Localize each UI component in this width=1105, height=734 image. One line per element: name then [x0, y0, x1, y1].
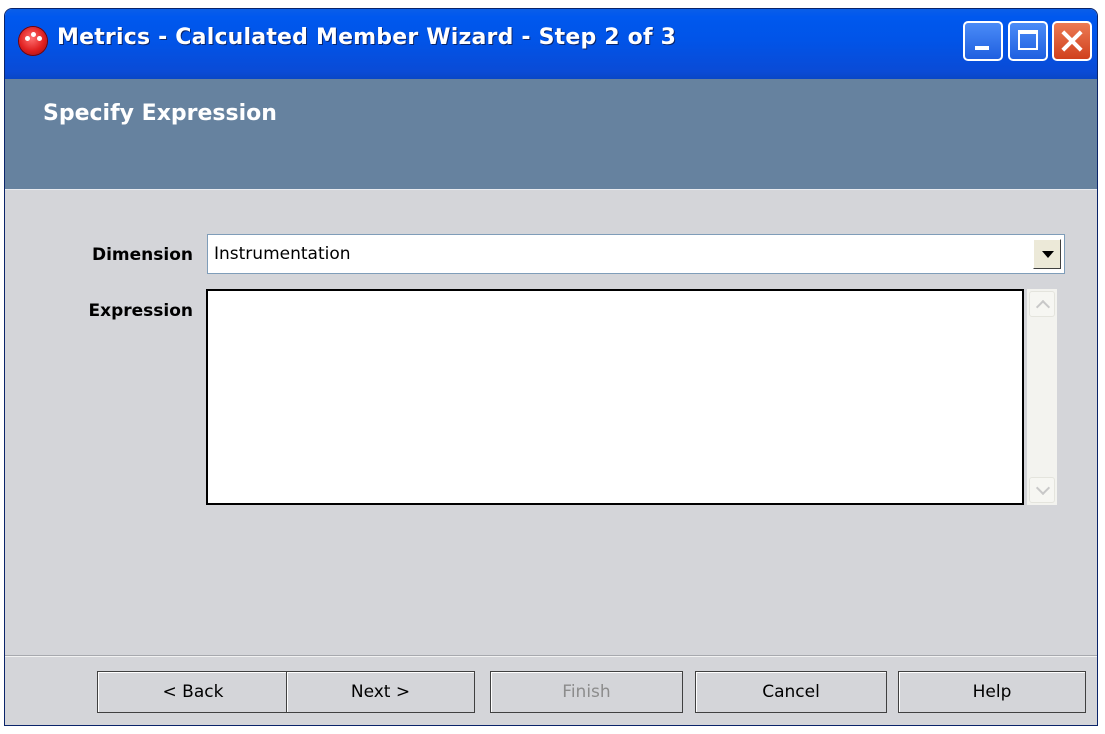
wizard-header: Specify Expression	[5, 79, 1097, 190]
help-button[interactable]: Help	[898, 671, 1086, 713]
back-button[interactable]: < Back	[97, 671, 289, 713]
maximize-button[interactable]	[1008, 21, 1048, 61]
metrics-app-icon	[19, 27, 47, 55]
finish-button[interactable]: Finish	[490, 671, 683, 713]
window-title: Metrics - Calculated Member Wizard - Ste…	[57, 25, 677, 50]
close-icon	[1054, 23, 1090, 59]
page-title: Specify Expression	[43, 101, 277, 126]
dimension-label: Dimension	[91, 245, 193, 265]
scroll-down-button[interactable]	[1029, 477, 1055, 503]
dimension-dropdown[interactable]: Instrumentation	[207, 234, 1065, 274]
maximize-icon	[1018, 30, 1038, 50]
dropdown-button[interactable]	[1033, 239, 1061, 269]
expression-scrollbar[interactable]	[1027, 289, 1057, 505]
expression-textarea[interactable]	[206, 289, 1024, 505]
close-button[interactable]	[1052, 21, 1092, 61]
title-bar[interactable]: Metrics - Calculated Member Wizard - Ste…	[5, 9, 1097, 88]
chevron-down-icon	[1042, 251, 1054, 258]
minimize-button[interactable]	[963, 21, 1003, 61]
scroll-up-button[interactable]	[1029, 291, 1055, 317]
cancel-button[interactable]: Cancel	[695, 671, 887, 713]
dimension-value: Instrumentation	[214, 244, 351, 264]
minimize-icon	[975, 46, 989, 50]
expression-label: Expression	[88, 301, 193, 321]
wizard-window: Metrics - Calculated Member Wizard - Ste…	[4, 8, 1098, 726]
footer-divider	[5, 655, 1097, 657]
next-button[interactable]: Next >	[286, 671, 475, 713]
chevron-up-icon	[1035, 299, 1051, 315]
chevron-down-icon	[1035, 480, 1051, 496]
